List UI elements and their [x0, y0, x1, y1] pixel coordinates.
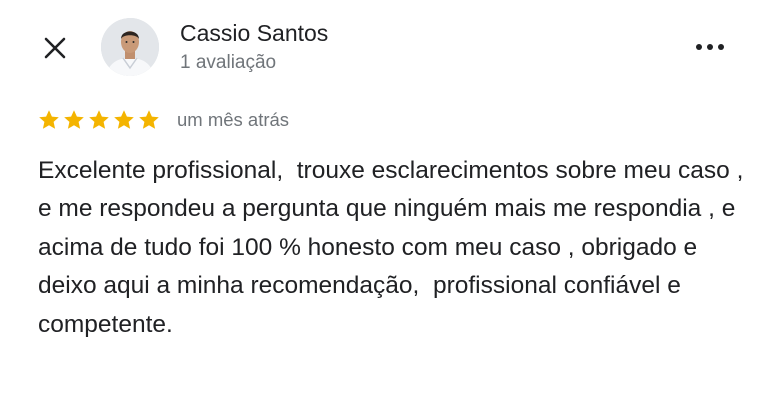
star-rating: [37, 108, 161, 132]
more-options-icon: [696, 44, 724, 50]
close-icon: [44, 37, 66, 59]
star-icon: [64, 110, 84, 129]
more-options-button[interactable]: [690, 33, 730, 61]
rating-row: um mês atrás: [37, 108, 289, 132]
close-button[interactable]: [40, 33, 70, 63]
star-icon: [114, 110, 134, 129]
review-text: Excelente profissional, trouxe esclareci…: [38, 157, 751, 338]
review-date: um mês atrás: [177, 109, 290, 130]
star-icon: [39, 110, 59, 129]
review-count: 1 avaliação: [180, 52, 277, 73]
profile-photo: [101, 18, 159, 76]
avatar[interactable]: [101, 18, 159, 76]
reviewer-name[interactable]: Cassio Santos: [180, 20, 328, 47]
star-icon: [139, 110, 159, 129]
star-icon: [89, 110, 109, 129]
